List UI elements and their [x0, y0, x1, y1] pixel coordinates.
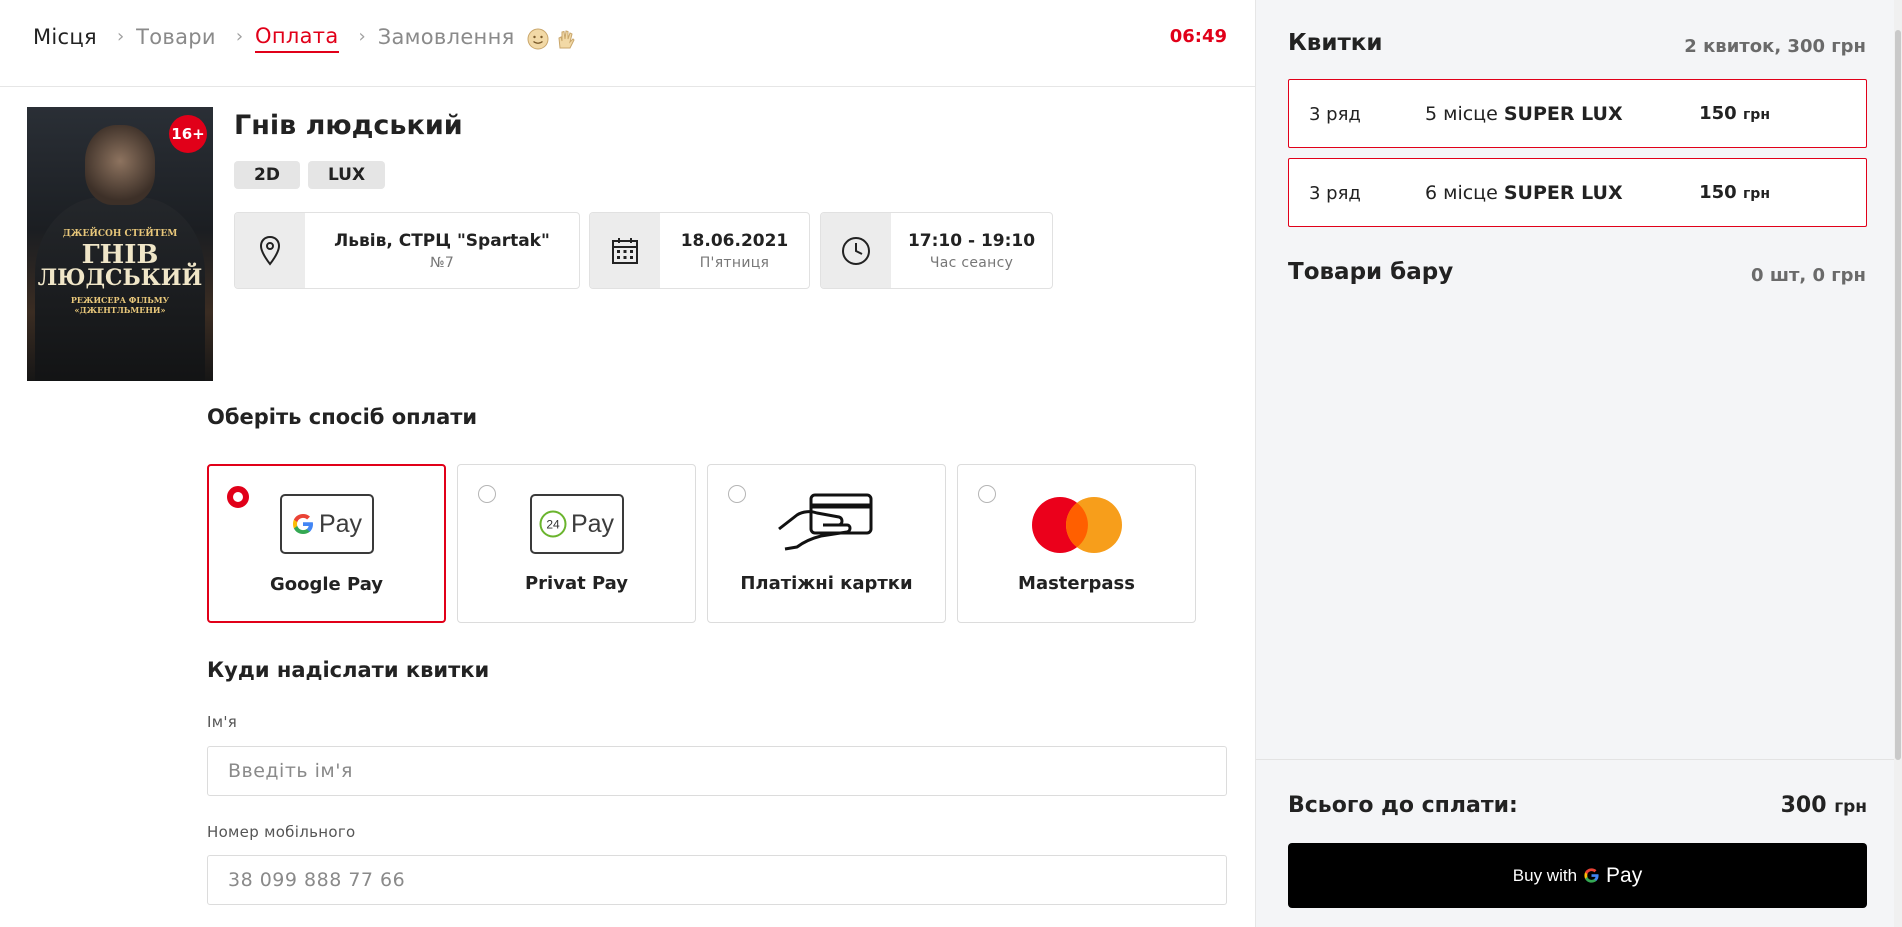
ticket-seat-info: 6 місце SUPER LUX	[1425, 182, 1623, 204]
clock-icon	[821, 213, 891, 288]
radio-privat-pay[interactable]	[478, 485, 496, 503]
scrollbar-thumb[interactable]	[1895, 30, 1901, 760]
payment-option-cards[interactable]: Платіжні картки	[707, 464, 946, 623]
format-tags: 2D LUX	[234, 161, 386, 189]
radio-masterpass[interactable]	[978, 485, 996, 503]
payment-label-cards: Платіжні картки	[740, 573, 913, 594]
ticket-price-value: 150	[1699, 182, 1737, 203]
tickets-title: Квитки	[1288, 30, 1383, 56]
chevron-right-icon: ›	[358, 26, 366, 47]
google-g-icon	[1584, 868, 1599, 883]
delivery-section-title: Куди надіслати квитки	[207, 658, 490, 682]
session-weekday: П'ятниця	[699, 254, 770, 271]
payment-label-google-pay: Google Pay	[269, 574, 384, 595]
google-pay-logo-text: Pay	[318, 509, 363, 538]
total-currency: грн	[1834, 797, 1867, 817]
emoji-group	[527, 28, 577, 50]
format-tag-2d: 2D	[234, 161, 300, 189]
chevron-right-icon: ›	[235, 26, 244, 47]
phone-field-label: Номер мобільного	[207, 823, 356, 841]
session-date-box: 18.06.2021 П'ятниця	[589, 212, 810, 289]
ticket-item[interactable]: 3 ряд 5 місце SUPER LUX 150 грн	[1288, 79, 1867, 148]
main-content: Місця › Товари › Оплата › Замовлення 06:…	[0, 0, 1255, 927]
phone-input[interactable]	[207, 855, 1227, 905]
hand-card-icon	[777, 489, 877, 557]
step-order: Замовлення	[377, 25, 515, 49]
session-timer: 06:49	[1169, 26, 1227, 47]
name-field-label: Ім'я	[207, 713, 238, 731]
cinema-location-box: Львів, СТРЦ "Spartak" №7	[234, 212, 580, 289]
privat-pay-logo-text: Pay	[570, 509, 615, 538]
cinema-name: Львів, СТРЦ "Spartak"	[334, 230, 550, 251]
session-time: 17:10 - 19:10	[907, 230, 1036, 251]
format-tag-lux: LUX	[307, 161, 386, 189]
step-payment[interactable]: Оплата	[255, 24, 339, 53]
tickets-summary: 2 квиток, 300 грн	[1684, 36, 1866, 57]
ticket-price: 150 грн	[1699, 182, 1770, 203]
session-time-box: 17:10 - 19:10 Час сеансу	[820, 212, 1053, 289]
radio-google-pay[interactable]	[227, 486, 249, 508]
step-seats[interactable]: Місця	[33, 25, 97, 52]
order-summary-sidebar: Квитки 2 квиток, 300 грн 3 ряд 5 місце S…	[1255, 0, 1902, 927]
payment-option-masterpass[interactable]: Masterpass	[957, 464, 1196, 623]
privat-24-badge: 24	[546, 518, 560, 532]
poster-director-text: РЕЖИСЕРА ФІЛЬМУ «ДЖЕНТЛЬМЕНИ»	[70, 295, 170, 315]
bar-goods-summary: 0 шт, 0 грн	[1751, 265, 1866, 286]
total-amount: 300 грн	[1781, 793, 1867, 818]
payment-option-privat-pay[interactable]: 24 Pay Privat Pay	[457, 464, 696, 623]
poster-title-line2: ЛЮДСЬКИЙ	[37, 265, 203, 291]
ticket-seat: 6 місце	[1425, 182, 1498, 204]
breadcrumb: Місця › Товари › Оплата › Замовлення	[33, 24, 577, 53]
ticket-price-currency: грн	[1742, 186, 1770, 202]
ticket-hall: SUPER LUX	[1503, 182, 1623, 204]
hall-number: №7	[429, 254, 455, 271]
privat-pay-logo-icon: 24 Pay	[529, 494, 624, 554]
step-goods[interactable]: Товари	[136, 25, 216, 52]
ticket-seat: 5 місце	[1425, 103, 1498, 125]
session-date: 18.06.2021	[680, 230, 789, 251]
age-rating-badge: 16+	[169, 115, 207, 153]
payment-label-privat-pay: Privat Pay	[524, 573, 629, 594]
ticket-seat-info: 5 місце SUPER LUX	[1425, 103, 1623, 125]
ticket-row: 3 ряд	[1309, 183, 1361, 204]
top-bar: Місця › Товари › Оплата › Замовлення 06:…	[0, 0, 1255, 87]
buy-button-prefix: Buy with	[1512, 865, 1578, 885]
ticket-hall: SUPER LUX	[1503, 103, 1623, 125]
payment-section-title: Оберіть спосіб оплати	[207, 405, 478, 429]
poster-title-line1: ГНІВ	[81, 240, 159, 270]
bar-goods-title: Товари бару	[1288, 259, 1454, 285]
location-pin-icon	[235, 213, 305, 288]
name-input[interactable]	[207, 746, 1227, 796]
session-time-label: Час сеансу	[929, 254, 1014, 271]
ticket-price: 150 грн	[1699, 103, 1770, 124]
google-pay-logo-icon: Pay	[279, 494, 374, 554]
poster-actor-text: ДЖЕЙСОН СТЕЙТЕМ	[62, 229, 178, 239]
radio-cards[interactable]	[728, 485, 746, 503]
checkout-page: Місця › Товари › Оплата › Замовлення 06:…	[0, 0, 1902, 927]
film-title: Гнів людський	[234, 110, 463, 141]
total-value: 300	[1780, 793, 1827, 818]
ticket-price-currency: грн	[1742, 107, 1770, 123]
order-total-footer: Всього до сплати: 300 грн Buy with Pay	[1256, 759, 1902, 927]
total-label: Всього до сплати:	[1288, 793, 1518, 818]
ticket-item[interactable]: 3 ряд 6 місце SUPER LUX 150 грн	[1288, 158, 1867, 227]
poster-face	[85, 125, 155, 205]
payment-option-google-pay[interactable]: Pay Google Pay	[207, 464, 446, 623]
payment-label-masterpass: Masterpass	[1018, 573, 1135, 594]
calendar-icon	[590, 213, 660, 288]
chevron-right-icon: ›	[116, 26, 125, 47]
ticket-price-value: 150	[1699, 103, 1737, 124]
mastercard-logo-icon	[1030, 495, 1124, 559]
ticket-row: 3 ряд	[1309, 104, 1361, 125]
buy-button-pay: Pay	[1606, 863, 1643, 887]
buy-with-google-pay-button[interactable]: Buy with Pay	[1288, 843, 1867, 908]
smile-emoji-icon	[527, 28, 549, 50]
scrollbar[interactable]	[1894, 0, 1902, 927]
vulcan-salute-emoji-icon	[555, 28, 577, 50]
